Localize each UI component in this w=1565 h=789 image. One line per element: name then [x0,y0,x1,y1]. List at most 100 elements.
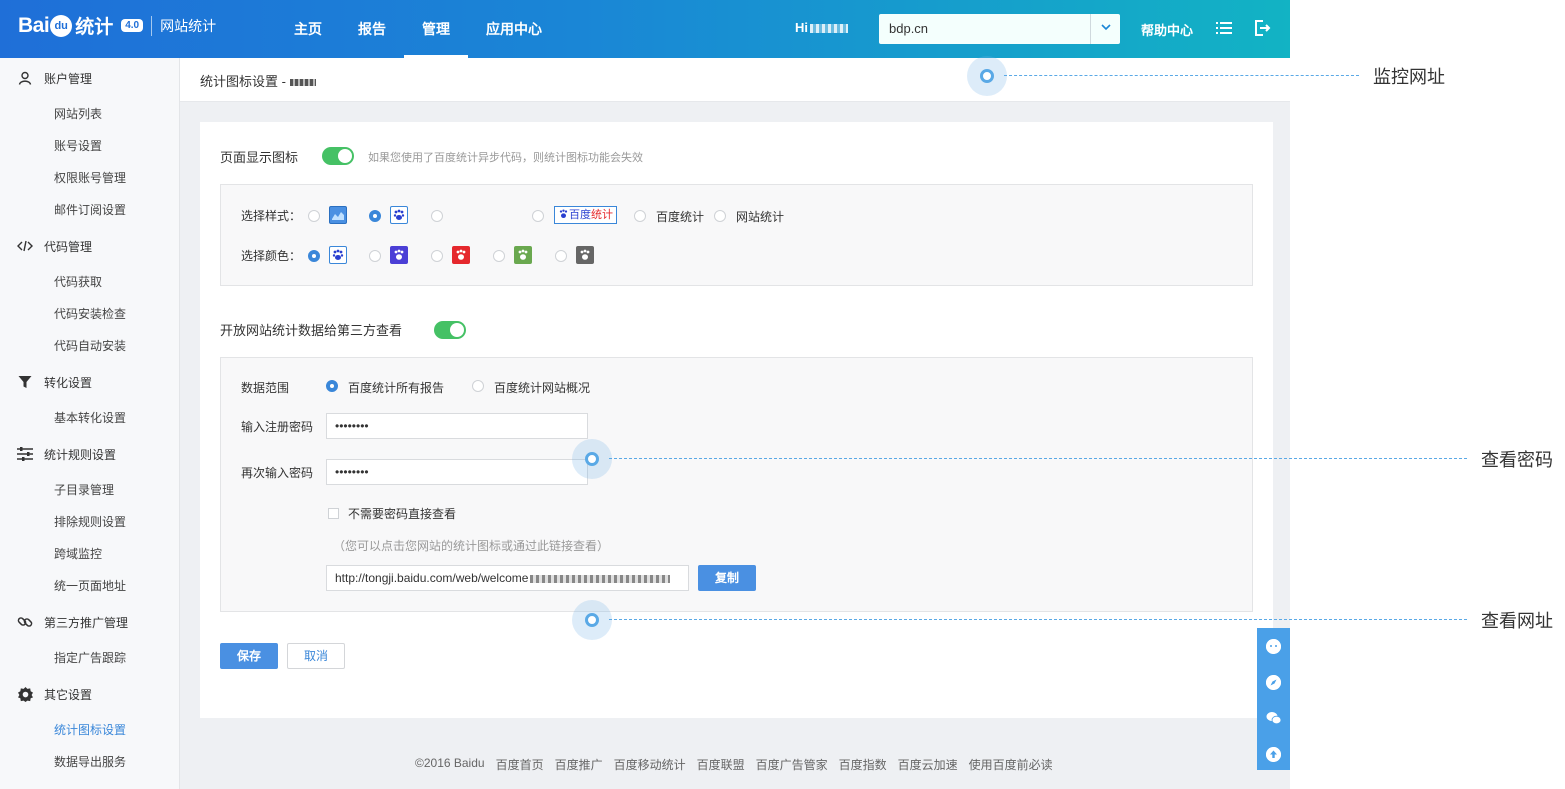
sidebar-group-account[interactable]: 账户管理 [0,66,92,90]
footer-link[interactable]: 百度指数 [839,756,887,773]
range-all-reports-label: 百度统计所有报告 [348,381,445,395]
sidebar-item-ad-tracking[interactable]: 指定广告跟踪 [54,647,126,669]
paw-icon [390,246,408,264]
nav-reports[interactable]: 报告 [340,0,404,58]
greeting-text: Hi [795,20,808,35]
footer-link[interactable]: 百度广告管家 [756,756,828,773]
style-text-site-tongji: 网站统计 [736,210,785,224]
password-field[interactable]: •••••••• [326,413,588,439]
sidebar-item-basic-conversion[interactable]: 基本转化设置 [54,407,126,429]
style-radio-5[interactable] [634,210,646,222]
nav-home[interactable]: 主页 [276,0,340,58]
sidebar-group-label: 账户管理 [44,71,93,86]
sidebar-item-site-list[interactable]: 网站列表 [54,103,102,125]
style-radio-2[interactable] [369,210,381,222]
site-select[interactable]: bdp.cn [879,14,1120,44]
callout-line-monitor-url [1004,75,1359,76]
share-link-field[interactable]: http://tongji.baidu.com/web/welcome [326,565,689,591]
user-greeting[interactable]: Hi [795,20,848,35]
sidebar-group-label: 第三方推广管理 [44,615,129,630]
no-password-checkbox[interactable] [328,508,339,519]
sidebar-item-cross-domain[interactable]: 跨域监控 [54,543,102,565]
share-data-label: 开放网站统计数据给第三方查看 [220,323,403,338]
callout-marker-view-password [572,439,612,479]
help-center-link[interactable]: 帮助中心 [1141,20,1193,39]
sidebar-item-get-code[interactable]: 代码获取 [54,271,102,293]
paw-icon [390,206,408,224]
sidebar-item-exclude-rules[interactable]: 排除规则设置 [54,511,126,533]
style-radio-4[interactable] [532,210,544,222]
sidebar-group-other[interactable]: 其它设置 [0,682,92,706]
back-to-top-icon[interactable] [1266,747,1281,762]
show-icon-toggle[interactable] [322,147,354,165]
range-label: 数据范围 [241,381,290,395]
color-radio-3[interactable] [431,250,443,262]
sidebar-item-stat-icon[interactable]: 统计图标设置 [54,719,126,741]
logo-tongji: 统计 [75,17,114,38]
color-radio-4[interactable] [493,250,505,262]
sidebar-group-rules[interactable]: 统计规则设置 [0,442,116,466]
logo-version: 4.0 [121,19,144,32]
color-radio-2[interactable] [369,250,381,262]
list-icon[interactable] [1216,20,1232,36]
sidebar-item-data-export[interactable]: 数据导出服务 [54,751,126,773]
footer-link[interactable]: 使用百度前必读 [969,756,1053,773]
sidebar-item-unified-url[interactable]: 统一页面地址 [54,575,126,597]
confirm-password-label: 再次输入密码 [241,466,314,480]
cancel-button[interactable]: 取消 [287,643,345,669]
password-label: 输入注册密码 [241,420,314,434]
sidebar-item-auto-install[interactable]: 代码自动安装 [54,335,126,357]
color-radio-5[interactable] [555,250,567,262]
style-radio-6[interactable] [714,210,726,222]
footer-link[interactable]: 百度云加速 [898,756,958,773]
user-icon [16,69,34,87]
nav-manage[interactable]: 管理 [404,0,468,58]
baidu-tongji-logo[interactable]: Bai du 统计 4.0 网站统计 [18,12,216,39]
save-button[interactable]: 保存 [220,643,278,669]
footer-link[interactable]: 百度首页 [496,756,544,773]
sidebar-item-account-settings[interactable]: 账号设置 [54,135,102,157]
style-radio-1[interactable] [308,210,320,222]
range-overview-radio[interactable] [472,380,484,392]
confirm-password-field[interactable]: •••••••• [326,459,588,485]
footer-link[interactable]: 百度移动统计 [614,756,686,773]
floating-toolbar [1257,628,1290,770]
gear-icon [16,685,34,703]
callout-label-view-password: 查看密码 [1481,450,1553,470]
chevron-down-icon[interactable] [1090,14,1120,44]
logout-icon[interactable] [1253,19,1271,37]
style-radio-3[interactable] [431,210,443,222]
color-radio-1[interactable] [308,250,320,262]
sidebar-group-label: 转化设置 [44,375,93,390]
sidebar-item-code-check[interactable]: 代码安装检查 [54,303,126,325]
callout-line-view-password [609,458,1467,459]
nav-app-center[interactable]: 应用中心 [468,0,560,58]
footer-link[interactable]: 百度推广 [555,756,603,773]
wechat-icon[interactable] [1266,711,1282,726]
logo-subtitle: 网站统计 [151,15,216,36]
sidebar-group-label: 其它设置 [44,687,93,702]
footer: ©2016 Baidu 百度首页 百度推广 百度移动统计 百度联盟 百度广告管家… [415,756,1064,773]
sidebar-group-conversion[interactable]: 转化设置 [0,370,92,394]
sidebar-group-code[interactable]: 代码管理 [0,234,92,258]
compass-icon[interactable] [1266,675,1281,690]
sidebar-item-permission-accounts[interactable]: 权限账号管理 [54,167,126,189]
copy-link-button[interactable]: 复制 [698,565,756,591]
sliders-icon [16,445,34,463]
link-note: （您可以点击您网站的统计图标或通过此链接查看） [333,539,610,553]
code-icon [16,237,34,255]
share-data-toggle[interactable] [434,321,466,339]
top-nav: 主页 报告 管理 应用中心 [276,0,560,58]
paw-icon [576,246,594,264]
sidebar-item-subdirectory[interactable]: 子目录管理 [54,479,114,501]
link-redacted [530,574,671,583]
sidebar-group-third-party[interactable]: 第三方推广管理 [0,610,128,634]
sidebar-item-email-subscription[interactable]: 邮件订阅设置 [54,199,126,221]
site-select-value: bdp.cn [889,21,929,36]
footer-copyright: ©2016 Baidu [415,756,485,770]
footer-link[interactable]: 百度联盟 [697,756,745,773]
paw-icon [452,246,470,264]
range-all-reports-radio[interactable] [326,380,338,392]
feedback-icon[interactable] [1266,639,1281,654]
color-label: 选择颜色： [241,249,302,263]
